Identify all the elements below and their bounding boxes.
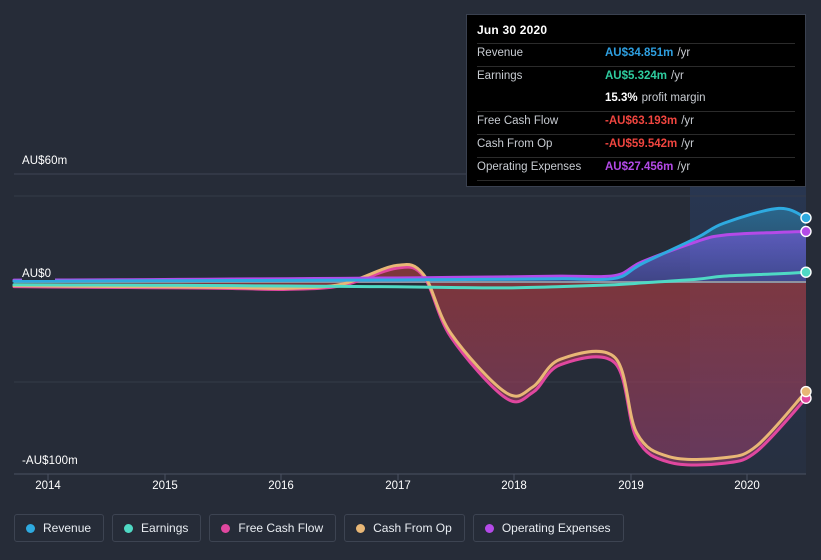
x-axis-label-2015: 2015	[152, 480, 178, 492]
tooltip-value-cash-from-op: -AU$59.542m	[605, 138, 678, 150]
x-axis-label-2018: 2018	[501, 480, 527, 492]
y-axis-label-0: AU$60m	[22, 155, 72, 167]
endpoint-marker[interactable]	[800, 385, 812, 398]
x-axis-label-2019: 2019	[618, 480, 644, 492]
legend-label-earnings: Earnings	[141, 521, 189, 535]
x-axis-label-2014: 2014	[35, 480, 61, 492]
chart-tooltip: Jun 30 2020 Revenue AU$34.851m /yr Earni…	[466, 14, 806, 187]
tooltip-row-revenue: Revenue AU$34.851m /yr	[477, 43, 795, 66]
y-axis-label-1: AU$0	[22, 268, 56, 280]
tooltip-label-free-cash-flow: Free Cash Flow	[477, 115, 559, 127]
tooltip-label-operating-expenses: Operating Expenses	[477, 161, 582, 173]
legend-dot-operating-expenses-icon	[484, 523, 494, 533]
x-axis-label-2020: 2020	[734, 480, 760, 492]
tooltip-row-operating-expenses: Operating Expenses AU$27.456m /yr	[477, 157, 795, 180]
legend-label-free-cash-flow: Free Cash Flow	[238, 521, 324, 535]
tooltip-unit-operating-expenses: /yr	[677, 161, 691, 173]
legend-label-revenue: Revenue	[43, 521, 92, 535]
legend-label-operating-expenses: Operating Expenses	[501, 521, 611, 535]
legend-item-earnings[interactable]: Earnings	[112, 514, 202, 542]
y-axis-label-2: -AU$100m	[22, 455, 82, 467]
endpoint-marker[interactable]	[800, 225, 812, 238]
chart-legend: Revenue Earnings Free Cash Flow Cash Fro…	[14, 514, 624, 542]
legend-item-cash-from-op[interactable]: Cash From Op	[344, 514, 465, 542]
tooltip-date: Jun 30 2020	[477, 23, 548, 37]
tooltip-value-free-cash-flow: -AU$63.193m	[605, 115, 678, 127]
legend-item-operating-expenses[interactable]: Operating Expenses	[472, 514, 624, 542]
tooltip-unit-profit-margin: profit margin	[641, 92, 706, 104]
tooltip-row-profit-margin: 15.3% profit margin	[477, 89, 795, 111]
tooltip-value-revenue: AU$34.851m	[605, 47, 674, 59]
tooltip-label-revenue: Revenue	[477, 47, 524, 59]
tooltip-label-cash-from-op: Cash From Op	[477, 138, 553, 150]
tooltip-unit-earnings: /yr	[671, 70, 684, 82]
tooltip-row-free-cash-flow: Free Cash Flow -AU$63.193m /yr	[477, 111, 795, 134]
x-axis-label-2016: 2016	[268, 480, 294, 492]
tooltip-row-cash-from-op: Cash From Op -AU$59.542m /yr	[477, 134, 795, 157]
x-axis-label-2017: 2017	[385, 480, 411, 492]
tooltip-label-earnings: Earnings	[477, 70, 523, 82]
legend-dot-free-cash-flow-icon	[221, 523, 231, 533]
tooltip-unit-cash-from-op: /yr	[681, 138, 695, 150]
legend-dot-cash-from-op-icon	[356, 523, 366, 533]
legend-dot-earnings-icon	[124, 523, 134, 533]
tooltip-unit-free-cash-flow: /yr	[681, 115, 695, 127]
endpoint-marker[interactable]	[800, 266, 812, 278]
legend-label-cash-from-op: Cash From Op	[373, 521, 452, 535]
tooltip-unit-revenue: /yr	[677, 47, 691, 59]
area-negative-cashflow	[14, 267, 806, 466]
endpoint-marker[interactable]	[800, 212, 812, 224]
tooltip-value-profit-margin: 15.3%	[605, 92, 638, 104]
legend-item-free-cash-flow[interactable]: Free Cash Flow	[209, 514, 337, 542]
legend-dot-revenue-icon	[26, 523, 35, 533]
tooltip-value-operating-expenses: AU$27.456m	[605, 161, 674, 173]
legend-item-revenue[interactable]: Revenue	[14, 514, 105, 542]
tooltip-value-earnings: AU$5.324m	[605, 70, 668, 82]
tooltip-row-earnings: Earnings AU$5.324m /yr	[477, 66, 795, 89]
tooltip-footer-divider	[477, 180, 795, 182]
